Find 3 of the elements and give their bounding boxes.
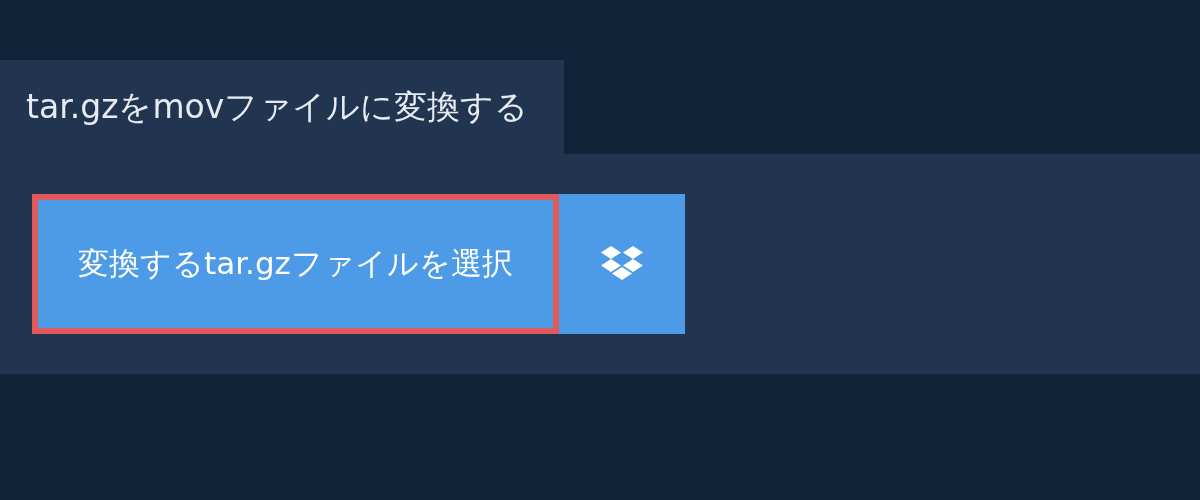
dropbox-button[interactable] xyxy=(558,194,685,334)
open-box-icon xyxy=(600,246,643,282)
tab[interactable]: tar.gzをmovファイルに変換する xyxy=(0,60,565,154)
